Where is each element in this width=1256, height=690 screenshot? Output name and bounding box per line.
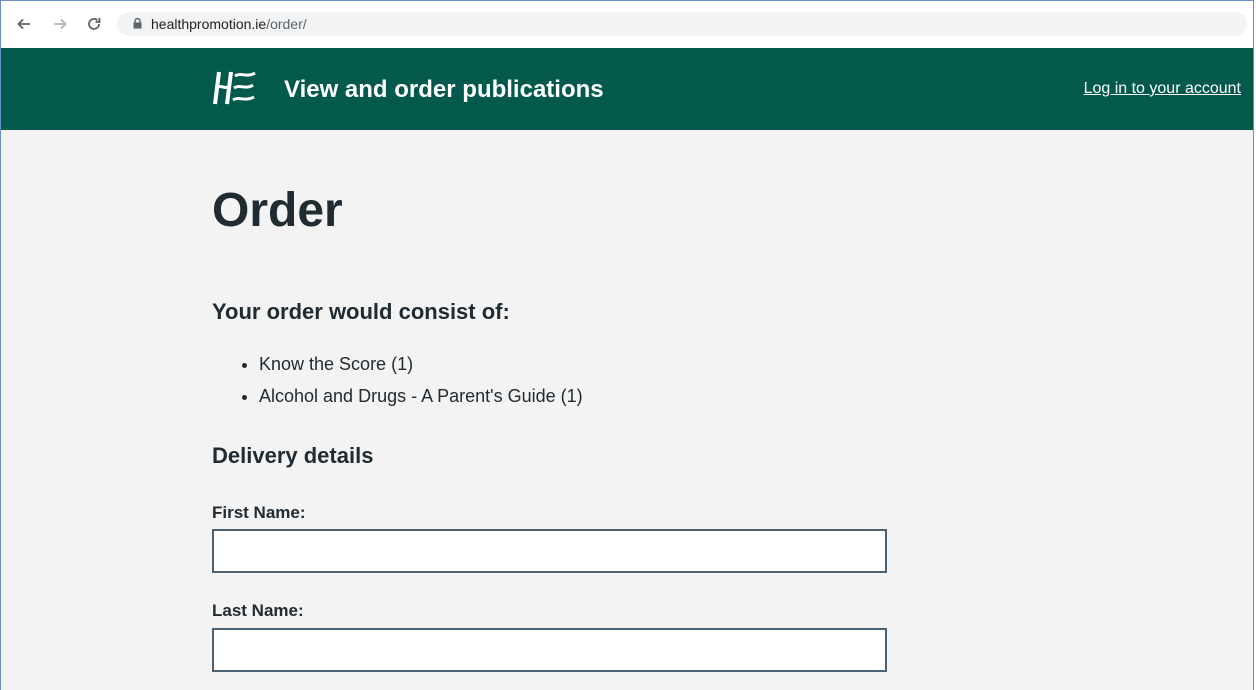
reload-icon[interactable] — [85, 15, 103, 33]
lock-icon — [133, 18, 142, 29]
last-name-input[interactable] — [212, 628, 887, 672]
list-item: Know the Score (1) — [259, 352, 583, 384]
hse-logo-icon[interactable] — [211, 68, 257, 108]
site-title[interactable]: View and order publications — [284, 76, 604, 104]
first-name-input[interactable] — [212, 529, 887, 573]
page-title: Order — [212, 184, 343, 237]
back-arrow-icon[interactable] — [15, 15, 33, 33]
list-item: Alcohol and Drugs - A Parent's Guide (1) — [259, 384, 583, 416]
site-header: View and order publications Log in to yo… — [1, 48, 1253, 130]
url-text[interactable]: healthpromotion.ie/order/ — [151, 16, 307, 32]
order-summary-heading: Your order would consist of: — [212, 299, 510, 324]
url-path: /order/ — [266, 16, 307, 32]
last-name-label: Last Name: — [212, 601, 304, 620]
browser-toolbar: healthpromotion.ie/order/ — [1, 1, 1253, 47]
forward-arrow-icon[interactable] — [51, 15, 69, 33]
first-name-label: First Name: — [212, 503, 306, 522]
login-link[interactable]: Log in to your account — [1084, 80, 1241, 98]
main-content: Order Your order would consist of: Know … — [1, 130, 1253, 690]
browser-window: healthpromotion.ie/order/ View and order… — [0, 0, 1254, 690]
delivery-details-heading: Delivery details — [212, 443, 374, 468]
order-items-list: Know the Score (1) Alcohol and Drugs - A… — [237, 352, 583, 416]
url-domain: healthpromotion.ie — [151, 16, 267, 32]
